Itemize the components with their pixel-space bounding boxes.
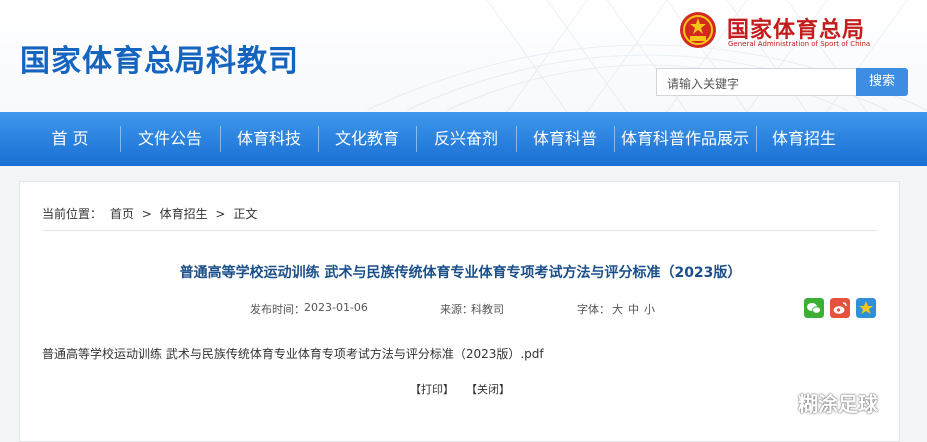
weibo-share-icon[interactable] (830, 298, 850, 318)
site-header: 国家体育总局科教司 国家体育总局 General Administration … (0, 0, 927, 112)
publish-date: 2023-01-06 (304, 301, 368, 314)
attachment-link[interactable]: 普通高等学校运动训练 武术与民族传统体育专业体育专项考试方法与评分标准（2023… (42, 345, 544, 362)
wechat-share-icon[interactable] (804, 298, 824, 318)
breadcrumb: 当前位置： 首页 > 体育招生 > 正文 (42, 205, 261, 222)
search-input[interactable]: 请输入关键字 (656, 68, 856, 96)
watermark-text: 糊涂足球 (798, 392, 878, 416)
print-link[interactable]: 【打印】 (410, 381, 454, 397)
watermark: 糊涂足球 (762, 384, 908, 420)
article-title: 普通高等学校运动训练 武术与民族传统体育专业体育专项考试方法与评分标准（2023… (179, 265, 742, 281)
national-emblem-icon (680, 12, 716, 48)
divider (42, 230, 878, 231)
favorite-star-icon[interactable] (856, 298, 876, 318)
nav-item-sports-tech[interactable]: 体育科技 (220, 112, 318, 166)
nav-item-admissions[interactable]: 体育招生 (756, 112, 852, 166)
main-nav: 首 页 文件公告 体育科技 文化教育 反兴奋剂 体育科普 体育科普作品展示 体育… (0, 112, 927, 166)
wechat-watermark-icon (764, 392, 787, 411)
search-button[interactable]: 搜索 (856, 68, 908, 96)
breadcrumb-prefix: 当前位置： (42, 207, 103, 221)
source-label: 来源： (440, 303, 473, 316)
nav-item-culture-education[interactable]: 文化教育 (318, 112, 416, 166)
font-size-small[interactable]: 小 (644, 301, 655, 317)
nav-item-home[interactable]: 首 页 (20, 112, 120, 166)
font-size-large[interactable]: 大 (612, 301, 623, 317)
nav-item-science-popularization[interactable]: 体育科普 (516, 112, 614, 166)
font-size-label: 字体： (577, 303, 610, 316)
font-size-medium[interactable]: 中 (628, 301, 639, 317)
breadcrumb-separator: > (215, 207, 226, 221)
nav-item-announcements[interactable]: 文件公告 (120, 112, 220, 166)
org-name-en: General Administration of Sport of China (728, 40, 871, 48)
breadcrumb-separator: > (141, 207, 152, 221)
nav-item-science-works[interactable]: 体育科普作品展示 (614, 112, 756, 166)
site-title[interactable]: 国家体育总局科教司 (20, 36, 299, 80)
breadcrumb-admissions[interactable]: 体育招生 (160, 207, 208, 221)
close-link[interactable]: 【关闭】 (466, 381, 510, 397)
publish-label: 发布时间： (250, 303, 305, 316)
nav-item-anti-doping[interactable]: 反兴奋剂 (416, 112, 516, 166)
breadcrumb-home[interactable]: 首页 (110, 207, 134, 221)
breadcrumb-current: 正文 (233, 207, 258, 221)
source-value: 科教司 (471, 303, 504, 316)
